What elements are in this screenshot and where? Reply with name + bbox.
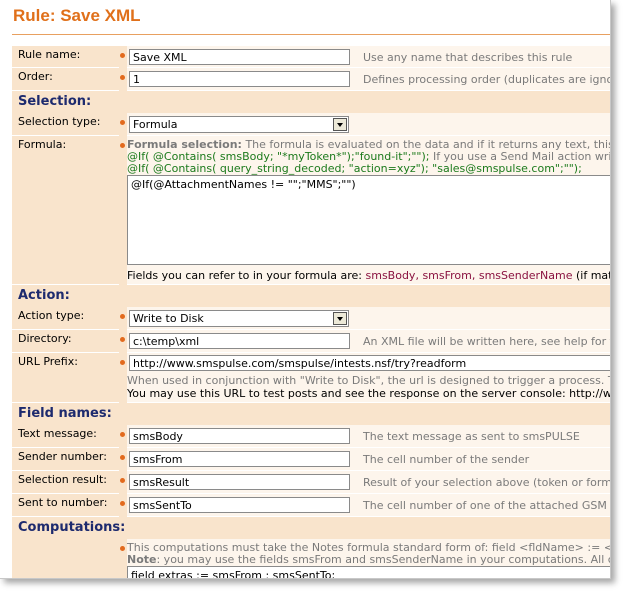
order-input[interactable]: 1 xyxy=(129,71,350,87)
required-bullet xyxy=(119,448,127,471)
label-computations xyxy=(12,539,119,578)
formula-example-2: @If( @Contains( query_string_decoded; "a… xyxy=(127,162,582,175)
selection-type-select[interactable]: Formula xyxy=(129,116,349,133)
sent-to-number-input[interactable]: smsSentTo xyxy=(129,497,350,513)
computations-textarea[interactable]: field extras := smsFrom : smsSentTo; xyxy=(127,566,610,578)
cell-formula: Formula selection: The formula is evalua… xyxy=(127,136,610,285)
computations-note: Note: you may use the fields smsFrom and… xyxy=(127,553,610,566)
row-selection-result: Selection result: smsResult Result of yo… xyxy=(12,471,610,494)
required-bullet xyxy=(119,353,127,403)
computations-note-title: Note xyxy=(127,553,157,566)
row-formula: Formula: Formula selection: The formula … xyxy=(12,136,610,285)
sent-to-number-hint: The cell number of one of the attached G… xyxy=(363,499,610,512)
required-bullet xyxy=(119,307,127,330)
label-order: Order: xyxy=(12,68,119,91)
cell-rule-name: Save XML Use any name that describes thi… xyxy=(127,46,610,68)
chevron-down-icon[interactable] xyxy=(333,118,347,131)
row-selection-type: Selection type: Formula xyxy=(12,113,610,136)
cell-sent-to-number: smsSentTo The cell number of one of the … xyxy=(127,494,610,517)
label-url-prefix: URL Prefix: xyxy=(12,353,119,403)
sender-number-input[interactable]: smsFrom xyxy=(129,451,350,467)
selection-result-hint: Result of your selection above (token or… xyxy=(363,476,611,489)
required-bullet xyxy=(119,471,127,494)
label-selection-type: Selection type: xyxy=(12,113,119,136)
formula-fields-info: Fields you can refer to in your formula … xyxy=(127,269,610,282)
section-selection: Selection: xyxy=(12,91,610,113)
fields-list: smsBody, smsFrom, smsSenderName xyxy=(365,269,573,282)
directory-input[interactable]: c:\temp\xml xyxy=(129,333,350,349)
required-bullet xyxy=(119,330,127,353)
fields-prefix: Fields you can refer to in your formula … xyxy=(127,269,366,282)
required-bullet xyxy=(119,46,127,68)
label-text-message: Text message: xyxy=(12,425,119,448)
rule-name-input[interactable]: Save XML xyxy=(129,49,350,65)
text-message-hint: The text message as sent to smsPULSE xyxy=(363,430,580,443)
section-action: Action: xyxy=(12,285,610,307)
cell-sender-number: smsFrom The cell number of the sender xyxy=(127,448,610,471)
row-text-message: Text message: smsBody The text message a… xyxy=(12,425,610,448)
cell-url-prefix: http://www.smspulse.com/smspulse/intests… xyxy=(127,353,610,403)
required-bullet xyxy=(119,494,127,517)
order-hint: Defines processing order (duplicates are… xyxy=(363,73,611,86)
required-bullet xyxy=(119,425,127,448)
label-rule-name: Rule name: xyxy=(12,46,119,68)
cell-text-message: smsBody The text message as sent to smsP… xyxy=(127,425,610,448)
section-field-names: Field names: xyxy=(12,403,610,425)
row-url-prefix: URL Prefix: http://www.smspulse.com/smsp… xyxy=(12,353,610,403)
required-bullet xyxy=(119,136,127,285)
text-message-input[interactable]: smsBody xyxy=(129,428,350,444)
row-rule-name: Rule name: Save XML Use any name that de… xyxy=(12,46,610,68)
row-sent-to-number: Sent to number: smsSentTo The cell numbe… xyxy=(12,494,610,517)
chevron-down-icon[interactable] xyxy=(333,312,347,325)
sender-number-hint: The cell number of the sender xyxy=(363,453,530,466)
action-type-value: Write to Disk xyxy=(133,312,204,325)
url-hint-1: When used in conjunction with "Write to … xyxy=(127,374,610,387)
cell-directory: c:\temp\xml An XML file will be written … xyxy=(127,330,610,353)
cell-selection-result: smsResult Result of your selection above… xyxy=(127,471,610,494)
row-order: Order: 1 Defines processing order (dupli… xyxy=(12,68,610,91)
label-sent-to-number: Sent to number: xyxy=(12,494,119,517)
selection-result-input[interactable]: smsResult xyxy=(129,474,350,490)
label-directory: Directory: xyxy=(12,330,119,353)
row-computations: This computations must take the Notes fo… xyxy=(12,539,610,578)
formula-textarea[interactable]: @If(@AttachmentNames != "";"MMS";"") xyxy=(127,175,610,265)
form-grid: Rule name: Save XML Use any name that de… xyxy=(12,46,610,578)
row-action-type: Action type: Write to Disk xyxy=(12,307,610,330)
cell-order: 1 Defines processing order (duplicates a… xyxy=(127,68,610,91)
required-bullet xyxy=(119,113,127,136)
row-sender-number: Sender number: smsFrom The cell number o… xyxy=(12,448,610,471)
action-type-select[interactable]: Write to Disk xyxy=(129,310,349,327)
url-hint-2: You may use this URL to test posts and s… xyxy=(127,387,611,400)
label-formula: Formula: xyxy=(12,136,119,285)
directory-hint: An XML file will be written here, see he… xyxy=(363,335,610,348)
row-directory: Directory: c:\temp\xml An XML file will … xyxy=(12,330,610,353)
cell-action-type: Write to Disk xyxy=(127,307,610,330)
required-bullet xyxy=(119,68,127,91)
rule-form-window: Rule: Save XML Rule name: Save XML Use a… xyxy=(0,0,611,579)
label-selection-result: Selection result: xyxy=(12,471,119,494)
url-prefix-input[interactable]: http://www.smspulse.com/smspulse/intests… xyxy=(129,355,610,371)
page-title: Rule: Save XML xyxy=(13,6,141,25)
computations-note-text: : you may use the fields smsFrom and sms… xyxy=(156,553,610,566)
label-action-type: Action type: xyxy=(12,307,119,330)
required-bullet xyxy=(119,539,127,578)
section-computations: Computations: xyxy=(12,517,610,539)
cell-computations: This computations must take the Notes fo… xyxy=(127,539,610,578)
selection-type-value: Formula xyxy=(133,118,178,131)
cell-selection-type: Formula xyxy=(127,113,610,136)
title-divider xyxy=(12,34,610,35)
rule-name-hint: Use any name that describes this rule xyxy=(363,51,573,64)
label-sender-number: Sender number: xyxy=(12,448,119,471)
fields-suffix: (if matched), xyxy=(575,269,610,282)
